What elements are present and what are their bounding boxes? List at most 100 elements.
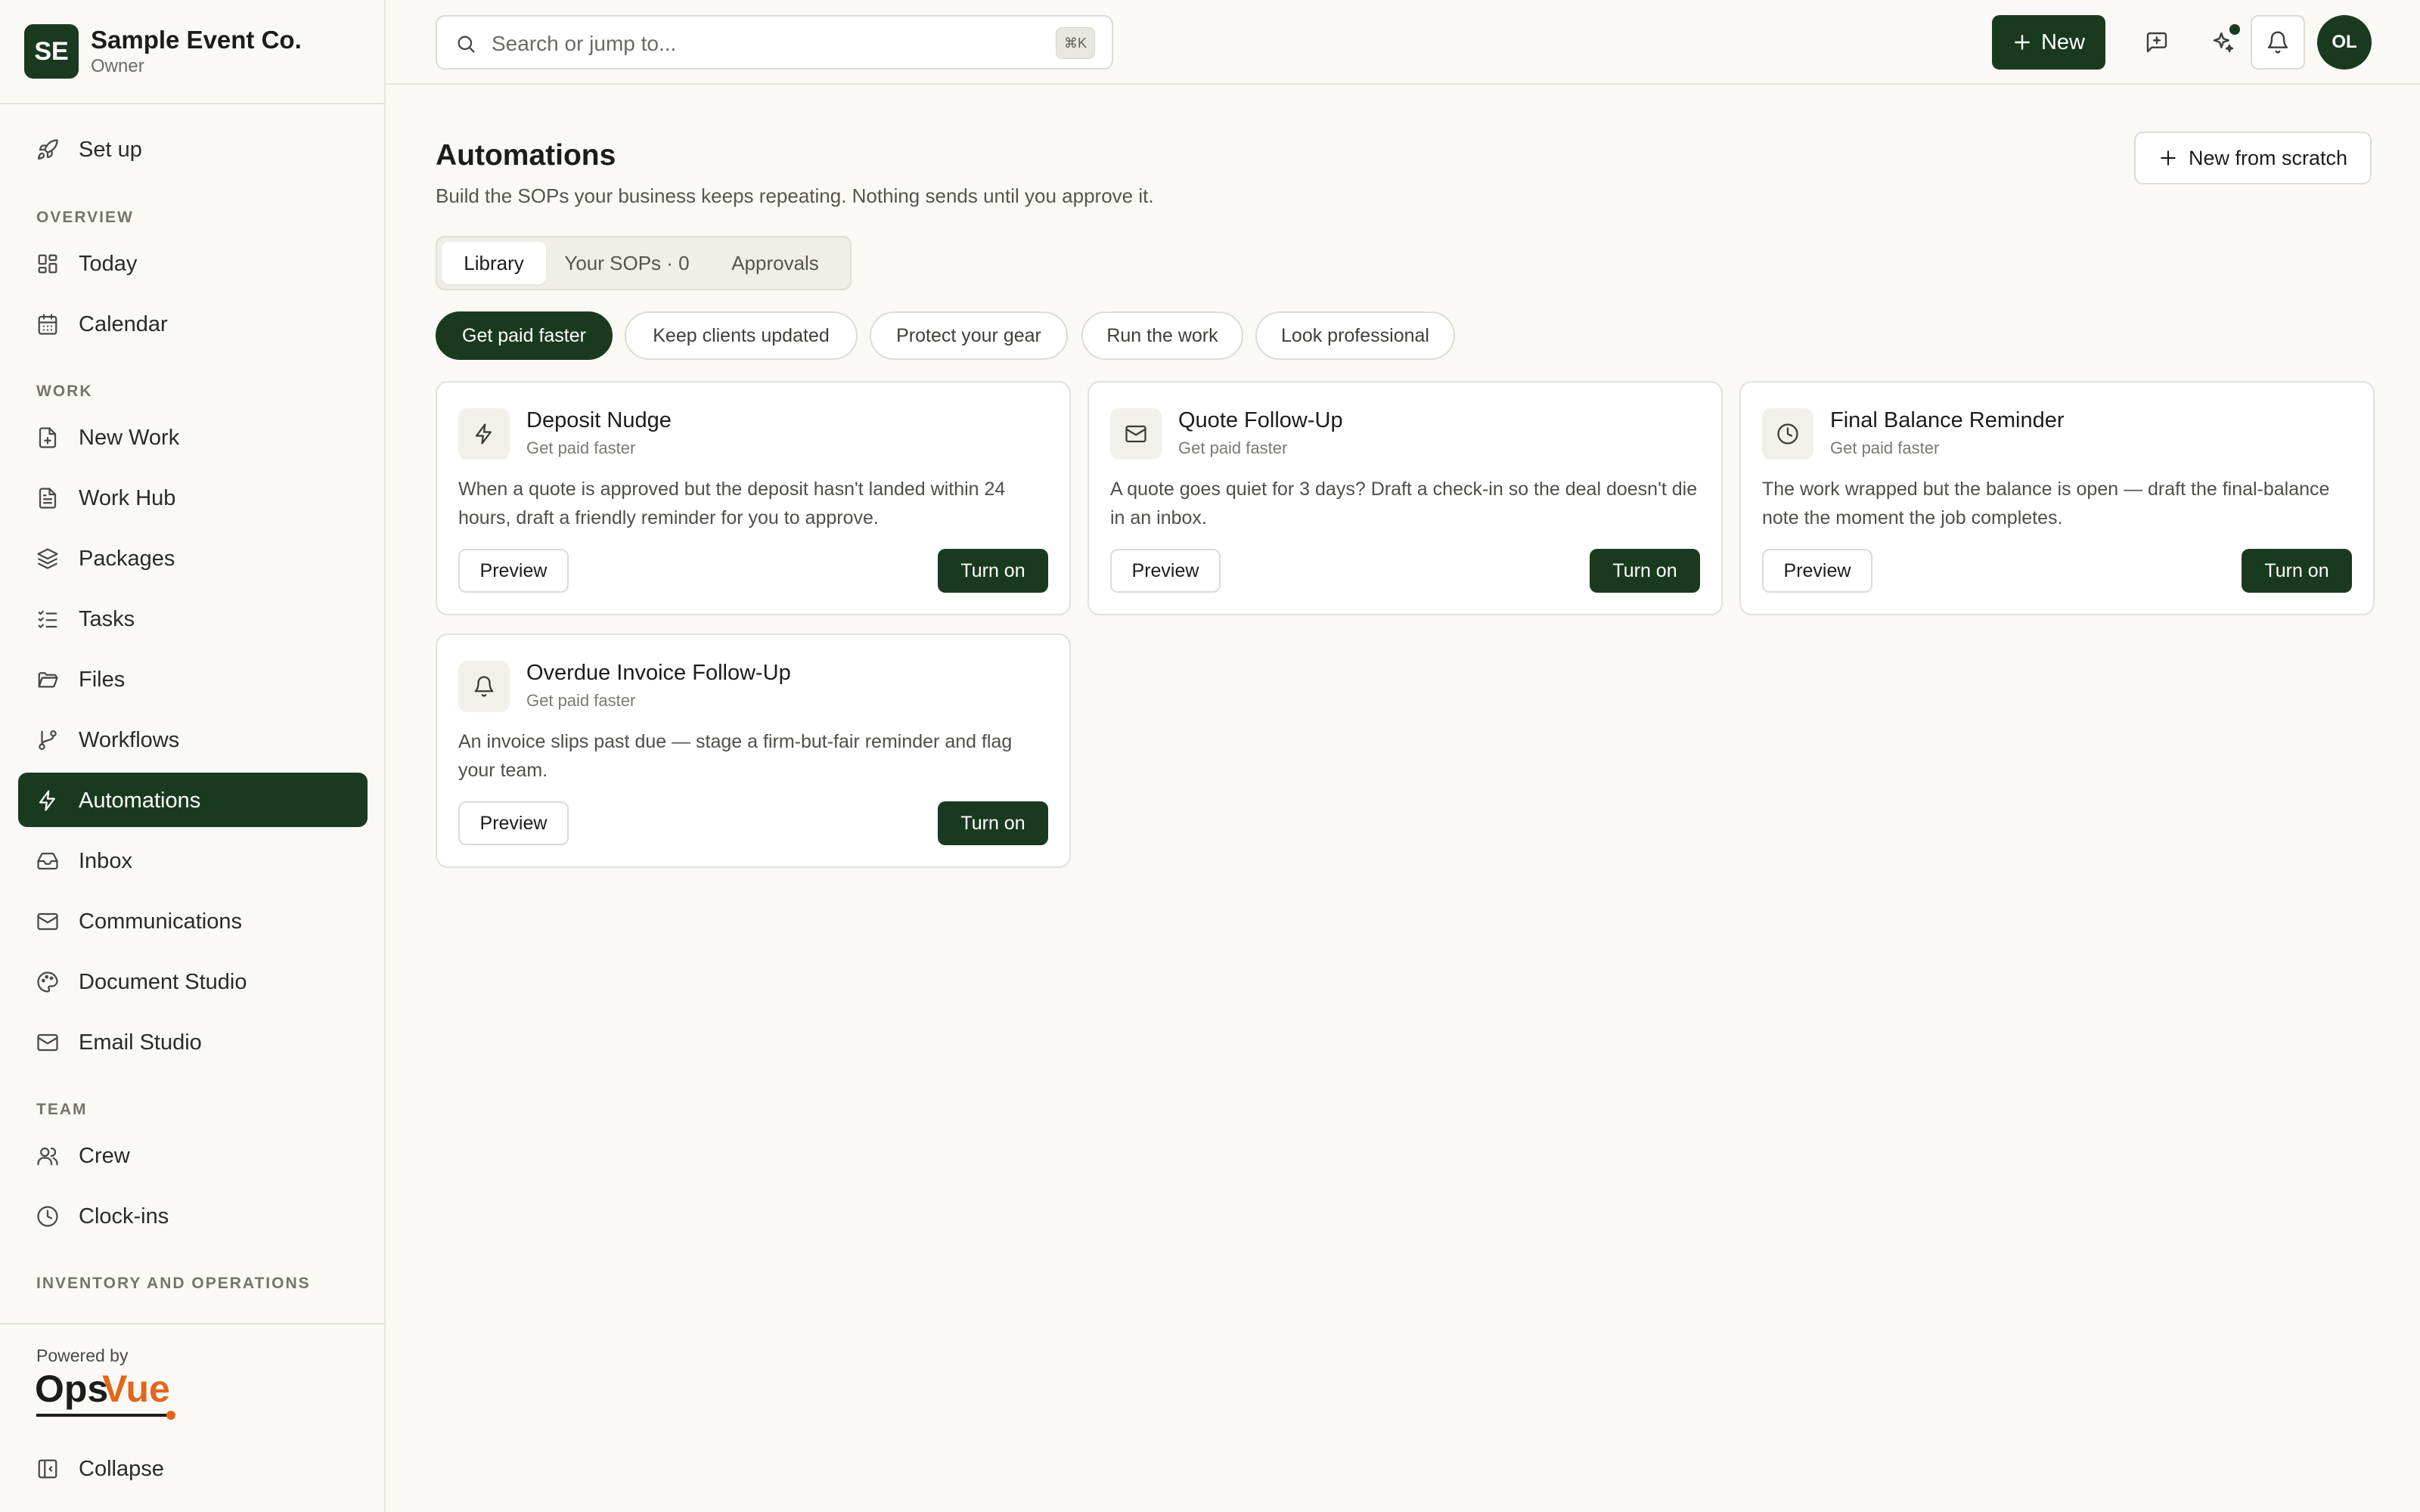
notifications-button[interactable] <box>2251 15 2305 70</box>
bell-icon <box>2267 31 2288 54</box>
sidebar-item-label: Communications <box>79 909 242 934</box>
collapse-label: Collapse <box>79 1457 164 1481</box>
card-title: Deposit Nudge <box>526 408 672 432</box>
mail-icon <box>1110 408 1162 460</box>
sidebar-item-label: Work Hub <box>79 486 176 510</box>
sidebar-item-new-work[interactable]: New Work <box>18 410 368 464</box>
search-icon <box>455 33 476 54</box>
search-placeholder: Search or jump to... <box>492 32 677 55</box>
new-button[interactable]: New <box>1992 15 2105 70</box>
tab-approvals[interactable]: Approvals <box>706 242 844 284</box>
page-subtitle: Build the SOPs your business keeps repea… <box>436 184 1154 207</box>
sidebar-item-calendar[interactable]: Calendar <box>18 296 368 351</box>
plus-icon <box>2015 35 2030 50</box>
sidebar-item-packages[interactable]: Packages <box>18 531 368 585</box>
palette-icon <box>36 971 59 993</box>
file-text-icon <box>36 487 59 510</box>
topbar: Search or jump to... ⌘K New OL <box>387 0 2420 85</box>
clock-icon <box>36 1205 59 1228</box>
sidebar-nav: Set up OVERVIEW Today Calendar WORK New … <box>0 106 384 1323</box>
card-description: An invoice slips past due — stage a firm… <box>458 731 1013 781</box>
clock-icon <box>1762 408 1813 460</box>
turn-on-button[interactable]: Turn on <box>2242 549 2352 593</box>
turn-on-button[interactable]: Turn on <box>1590 549 1700 593</box>
user-avatar[interactable]: OL <box>2317 15 2372 70</box>
inbox-icon <box>36 850 59 872</box>
powered-by-label: Powered by <box>36 1346 129 1365</box>
lightning-icon <box>458 408 510 460</box>
sidebar-item-label: Document Studio <box>79 970 247 994</box>
rocket-icon <box>36 138 59 161</box>
sidebar-item-label: Inbox <box>79 849 132 873</box>
preview-button[interactable]: Preview <box>458 801 569 845</box>
turn-on-button[interactable]: Turn on <box>938 549 1048 593</box>
card-category: Get paid faster <box>526 691 636 710</box>
sidebar-item-today[interactable]: Today <box>18 236 368 290</box>
filter-protect-your-gear[interactable]: Protect your gear <box>870 311 1068 360</box>
filter-look-professional[interactable]: Look professional <box>1255 311 1455 360</box>
sidebar-item-crew[interactable]: Crew <box>18 1128 368 1182</box>
logo-vue: Vue <box>102 1368 170 1410</box>
search-input[interactable]: Search or jump to... ⌘K <box>436 15 1113 70</box>
sidebar-collapse-icon <box>36 1458 59 1480</box>
org-switcher[interactable]: SE Sample Event Co. Owner <box>0 0 384 104</box>
git-branch-icon <box>36 729 59 751</box>
new-from-scratch-button[interactable]: New from scratch <box>2134 132 2372 184</box>
search-shortcut-badge: ⌘K <box>1056 27 1095 59</box>
card-description: A quote goes quiet for 3 days? Draft a c… <box>1110 479 1698 528</box>
filter-run-the-work[interactable]: Run the work <box>1081 311 1243 360</box>
sidebar-item-automations[interactable]: Automations <box>18 773 368 827</box>
section-work: WORK <box>36 383 93 400</box>
sidebar-item-tasks[interactable]: Tasks <box>18 591 368 646</box>
sidebar-item-label: Today <box>79 252 138 276</box>
sidebar-item-setup[interactable]: Set up <box>18 122 368 176</box>
filter-keep-clients-updated[interactable]: Keep clients updated <box>625 311 858 360</box>
org-name: Sample Event Co. <box>91 26 302 54</box>
mail-icon <box>36 1031 59 1054</box>
page-title: Automations <box>436 139 616 172</box>
automation-card-quote-follow-up: Quote Follow-Up Get paid faster A quote … <box>1087 381 1723 615</box>
card-description: The work wrapped but the balance is open… <box>1762 479 2330 528</box>
notification-dot <box>2229 24 2240 35</box>
card-category: Get paid faster <box>1178 438 1288 457</box>
card-description: When a quote is approved but the deposit… <box>458 479 1006 528</box>
collapse-button[interactable]: Collapse <box>18 1441 368 1495</box>
sidebar-item-inbox[interactable]: Inbox <box>18 833 368 888</box>
preview-button[interactable]: Preview <box>1110 549 1221 593</box>
sidebar-item-workflows[interactable]: Workflows <box>18 712 368 767</box>
sidebar-item-label: Crew <box>79 1144 130 1168</box>
sidebar-item-label: Clock-ins <box>79 1204 169 1228</box>
turn-on-button[interactable]: Turn on <box>938 801 1048 845</box>
preview-button[interactable]: Preview <box>1762 549 1872 593</box>
sidebar: SE Sample Event Co. Owner Set up OVERVIE… <box>0 0 386 1512</box>
lightning-icon <box>36 789 59 812</box>
filter-get-paid-faster[interactable]: Get paid faster <box>436 311 613 360</box>
list-checks-icon <box>36 608 59 631</box>
new-from-scratch-label: New from scratch <box>2188 146 2348 169</box>
tab-library[interactable]: Library <box>442 242 546 284</box>
plus-icon <box>2161 150 2176 166</box>
sidebar-item-clock-ins[interactable]: Clock-ins <box>18 1188 368 1243</box>
org-avatar: SE <box>24 24 79 79</box>
sidebar-item-label: New Work <box>79 426 180 450</box>
tab-your-sops[interactable]: Your SOPs · 0 <box>552 242 702 284</box>
section-overview: OVERVIEW <box>36 209 134 226</box>
new-button-label: New <box>2040 29 2085 54</box>
sidebar-item-label: Set up <box>79 138 142 162</box>
logo-ops: Ops <box>35 1368 108 1410</box>
sidebar-item-files[interactable]: Files <box>18 652 368 706</box>
section-inventory: INVENTORY AND OPERATIONS <box>36 1275 311 1292</box>
ai-assistant-button[interactable] <box>2196 15 2251 70</box>
sidebar-item-document-studio[interactable]: Document Studio <box>18 954 368 1009</box>
sidebar-footer: Powered by Ops Vue Collapse <box>0 1323 384 1512</box>
sidebar-item-communications[interactable]: Communications <box>18 894 368 948</box>
card-category: Get paid faster <box>526 438 636 457</box>
preview-button[interactable]: Preview <box>458 549 569 593</box>
section-team: TEAM <box>36 1101 88 1118</box>
sidebar-item-work-hub[interactable]: Work Hub <box>18 470 368 525</box>
sidebar-item-email-studio[interactable]: Email Studio <box>18 1015 368 1069</box>
folder-open-icon <box>36 668 59 691</box>
users-icon <box>36 1145 59 1167</box>
sidebar-item-label: Files <box>79 668 126 692</box>
feedback-button[interactable] <box>2130 15 2184 70</box>
